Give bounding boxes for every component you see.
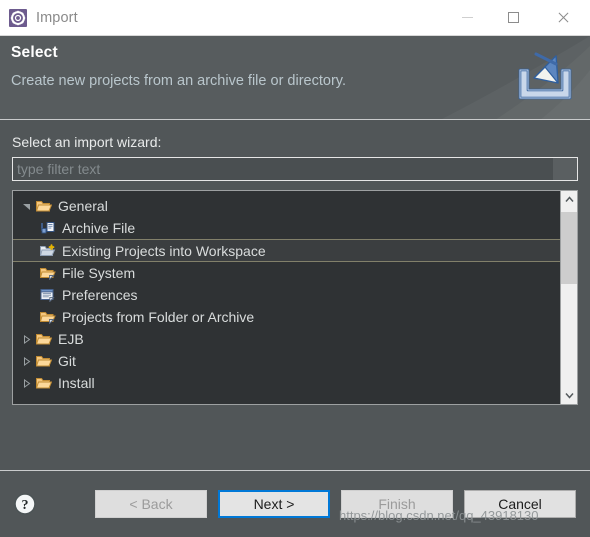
filter-clear-button[interactable] xyxy=(553,158,577,180)
chevron-right-icon[interactable] xyxy=(17,350,35,372)
tree-item-archive-file[interactable]: Archive File xyxy=(13,217,560,239)
page-subtitle: Create new projects from an archive file… xyxy=(11,73,346,89)
cancel-button[interactable]: Cancel xyxy=(464,490,576,518)
folder-import-icon xyxy=(39,243,57,259)
title-bar: Import xyxy=(0,0,590,36)
select-wizard-label: Select an import wizard: xyxy=(12,134,162,150)
scrollbar-thumb[interactable] xyxy=(561,212,577,284)
import-tray-icon xyxy=(518,52,572,100)
dialog-footer: ? < Back Next > Finish Cancel https://bl… xyxy=(0,470,590,537)
tree-item-label: Projects from Folder or Archive xyxy=(62,309,255,325)
tree-item-label: Archive File xyxy=(62,220,136,236)
filter-field-wrapper xyxy=(12,157,578,181)
tree-item-git[interactable]: Git xyxy=(13,350,560,372)
folder-open-icon xyxy=(35,375,53,391)
import-wizard-tree-panel: General Archive File Existing Projects i… xyxy=(12,190,578,405)
eclipse-gear-icon xyxy=(9,8,27,27)
scroll-up-button[interactable] xyxy=(561,191,577,208)
tree-item-label: Install xyxy=(58,375,95,391)
chevron-down-icon xyxy=(564,393,574,399)
scroll-down-button[interactable] xyxy=(561,387,577,404)
chevron-up-icon xyxy=(564,196,574,202)
folder-open-icon xyxy=(35,331,53,347)
window-title: Import xyxy=(36,9,78,26)
tree-item-label: File System xyxy=(62,265,136,281)
scrollbar-track[interactable] xyxy=(561,208,577,387)
tree-item-label: Existing Projects into Workspace xyxy=(62,242,266,259)
folder-open-icon xyxy=(35,353,53,369)
tree-item-preferences[interactable]: Preferences xyxy=(13,284,560,306)
import-wizard-tree[interactable]: General Archive File Existing Projects i… xyxy=(13,191,560,404)
window-controls xyxy=(444,0,590,35)
tree-item-label: Preferences xyxy=(62,287,138,303)
tree-item-label: General xyxy=(58,198,108,214)
import-wizard-dialog: Import Select Create new projects from a… xyxy=(0,0,590,537)
tree-item-ejb[interactable]: EJB xyxy=(13,328,560,350)
svg-text:?: ? xyxy=(22,498,29,513)
tree-vertical-scrollbar[interactable] xyxy=(560,191,577,404)
preferences-icon xyxy=(39,287,57,303)
chevron-right-icon[interactable] xyxy=(17,372,35,394)
back-button[interactable]: < Back xyxy=(95,490,207,518)
maximize-button[interactable] xyxy=(490,0,536,35)
folder-open-icon xyxy=(35,198,53,214)
minimize-button[interactable] xyxy=(444,0,490,35)
help-icon[interactable]: ? xyxy=(14,493,36,515)
tree-item-label: Git xyxy=(58,353,76,369)
close-icon xyxy=(557,11,570,24)
next-button[interactable]: Next > xyxy=(218,490,330,518)
minimize-icon xyxy=(461,17,473,18)
close-button[interactable] xyxy=(536,0,590,35)
tree-item-existing-projects-into-workspace[interactable]: Existing Projects into Workspace xyxy=(13,239,560,262)
footer-buttons: < Back Next > Finish Cancel xyxy=(84,490,576,518)
tree-item-projects-from-folder-or-archive[interactable]: Projects from Folder or Archive xyxy=(13,306,560,328)
tree-item-label: EJB xyxy=(58,331,84,347)
archive-file-icon xyxy=(39,220,57,236)
maximize-icon xyxy=(507,12,519,23)
dialog-body: Select an import wizard: type filter tex… xyxy=(0,120,590,470)
folder-edit-icon xyxy=(39,309,57,325)
folder-edit-icon xyxy=(39,265,57,281)
tree-item-install[interactable]: Install xyxy=(13,372,560,394)
finish-button[interactable]: Finish xyxy=(341,490,453,518)
page-title: Select xyxy=(11,44,58,61)
wizard-header: Select Create new projects from an archi… xyxy=(0,36,590,120)
tree-item-general[interactable]: General xyxy=(13,195,560,217)
search-input[interactable] xyxy=(13,158,553,180)
chevron-down-icon[interactable] xyxy=(17,195,35,217)
tree-item-file-system[interactable]: File System xyxy=(13,262,560,284)
chevron-right-icon[interactable] xyxy=(17,328,35,350)
